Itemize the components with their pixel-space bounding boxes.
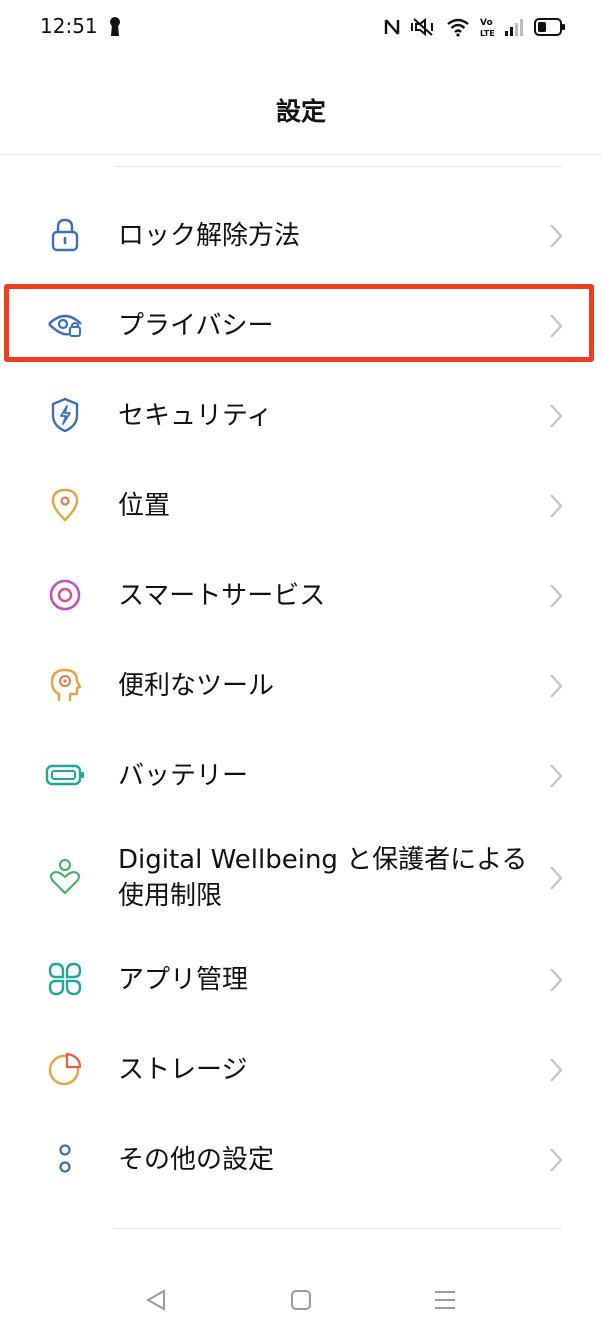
chevron-right-icon xyxy=(548,1146,564,1174)
settings-item-smart-services[interactable]: スマートサービス xyxy=(0,550,602,640)
chevron-right-icon xyxy=(548,582,564,610)
chevron-right-icon xyxy=(548,492,564,520)
back-triangle-icon[interactable] xyxy=(136,1282,176,1318)
battery-status-icon xyxy=(534,17,566,37)
chevron-right-icon xyxy=(548,312,564,340)
smart-services-icon xyxy=(44,574,86,616)
lock-icon xyxy=(44,214,86,256)
settings-item-unlock-method[interactable]: ロック解除方法 xyxy=(0,190,602,280)
settings-item-label: バッテリー xyxy=(118,761,249,791)
battery-icon xyxy=(44,754,86,796)
navigation-bar xyxy=(0,1262,602,1337)
settings-item-battery[interactable]: バッテリー xyxy=(0,730,602,820)
settings-item-label: ストレージ xyxy=(118,1055,248,1085)
privacy-eye-icon xyxy=(44,304,86,346)
settings-item-label: セキュリティ xyxy=(118,401,273,431)
settings-item-privacy[interactable]: プライバシー xyxy=(0,280,602,370)
wellbeing-heart-icon xyxy=(44,856,86,898)
settings-item-label: 位置 xyxy=(118,491,171,521)
mute-vibrate-icon xyxy=(410,17,436,37)
security-shield-icon xyxy=(44,394,86,436)
page-title: 設定 xyxy=(275,97,326,126)
menu-lines-icon[interactable] xyxy=(425,1282,465,1318)
settings-item-label: ロック解除方法 xyxy=(118,221,301,251)
keyhole-icon xyxy=(106,15,124,37)
signal-icon xyxy=(504,17,524,37)
nfc-icon xyxy=(384,17,400,37)
chevron-right-icon xyxy=(548,1056,564,1084)
status-bar: 12:51 Vo LTE xyxy=(0,0,602,56)
header: 設定 xyxy=(0,56,602,154)
settings-item-storage[interactable]: ストレージ xyxy=(0,1024,602,1114)
storage-pie-icon xyxy=(44,1048,86,1090)
settings-item-security[interactable]: セキュリティ xyxy=(0,370,602,460)
list-top-divider xyxy=(114,166,562,167)
chevron-right-icon xyxy=(548,222,564,250)
settings-item-digital-wellbeing[interactable]: Digital Wellbeing と保護者による使用制限 xyxy=(0,820,602,932)
chevron-right-icon xyxy=(548,672,564,700)
settings-item-label: スマートサービス xyxy=(118,581,326,611)
more-settings-icon xyxy=(44,1138,86,1180)
home-square-icon[interactable] xyxy=(281,1282,321,1318)
settings-item-label: その他の設定 xyxy=(118,1145,275,1175)
settings-item-convenient-tools[interactable]: 便利なツール xyxy=(0,640,602,730)
svg-text:Vo: Vo xyxy=(480,18,493,28)
header-divider xyxy=(0,154,602,155)
list-bottom-divider xyxy=(114,1228,562,1229)
settings-item-app-management[interactable]: アプリ管理 xyxy=(0,934,602,1024)
wifi-icon xyxy=(446,17,470,37)
settings-item-location[interactable]: 位置 xyxy=(0,460,602,550)
svg-text:LTE: LTE xyxy=(480,29,494,38)
settings-item-more-settings[interactable]: その他の設定 xyxy=(0,1114,602,1204)
settings-item-label: アプリ管理 xyxy=(118,965,249,995)
status-time: 12:51 xyxy=(40,14,98,38)
convenient-tools-icon xyxy=(44,664,86,706)
settings-item-label: プライバシー xyxy=(118,311,274,341)
settings-item-label: 便利なツール xyxy=(118,671,275,701)
chevron-right-icon xyxy=(548,402,564,430)
volte-icon: Vo LTE xyxy=(480,16,494,38)
chevron-right-icon xyxy=(548,966,564,994)
settings-item-label: Digital Wellbeing と保護者による使用制限 xyxy=(118,845,528,911)
chevron-right-icon xyxy=(548,762,564,790)
app-management-icon xyxy=(44,958,86,1000)
location-pin-icon xyxy=(44,484,86,526)
status-icons: Vo LTE xyxy=(384,14,566,40)
chevron-right-icon xyxy=(548,864,564,892)
